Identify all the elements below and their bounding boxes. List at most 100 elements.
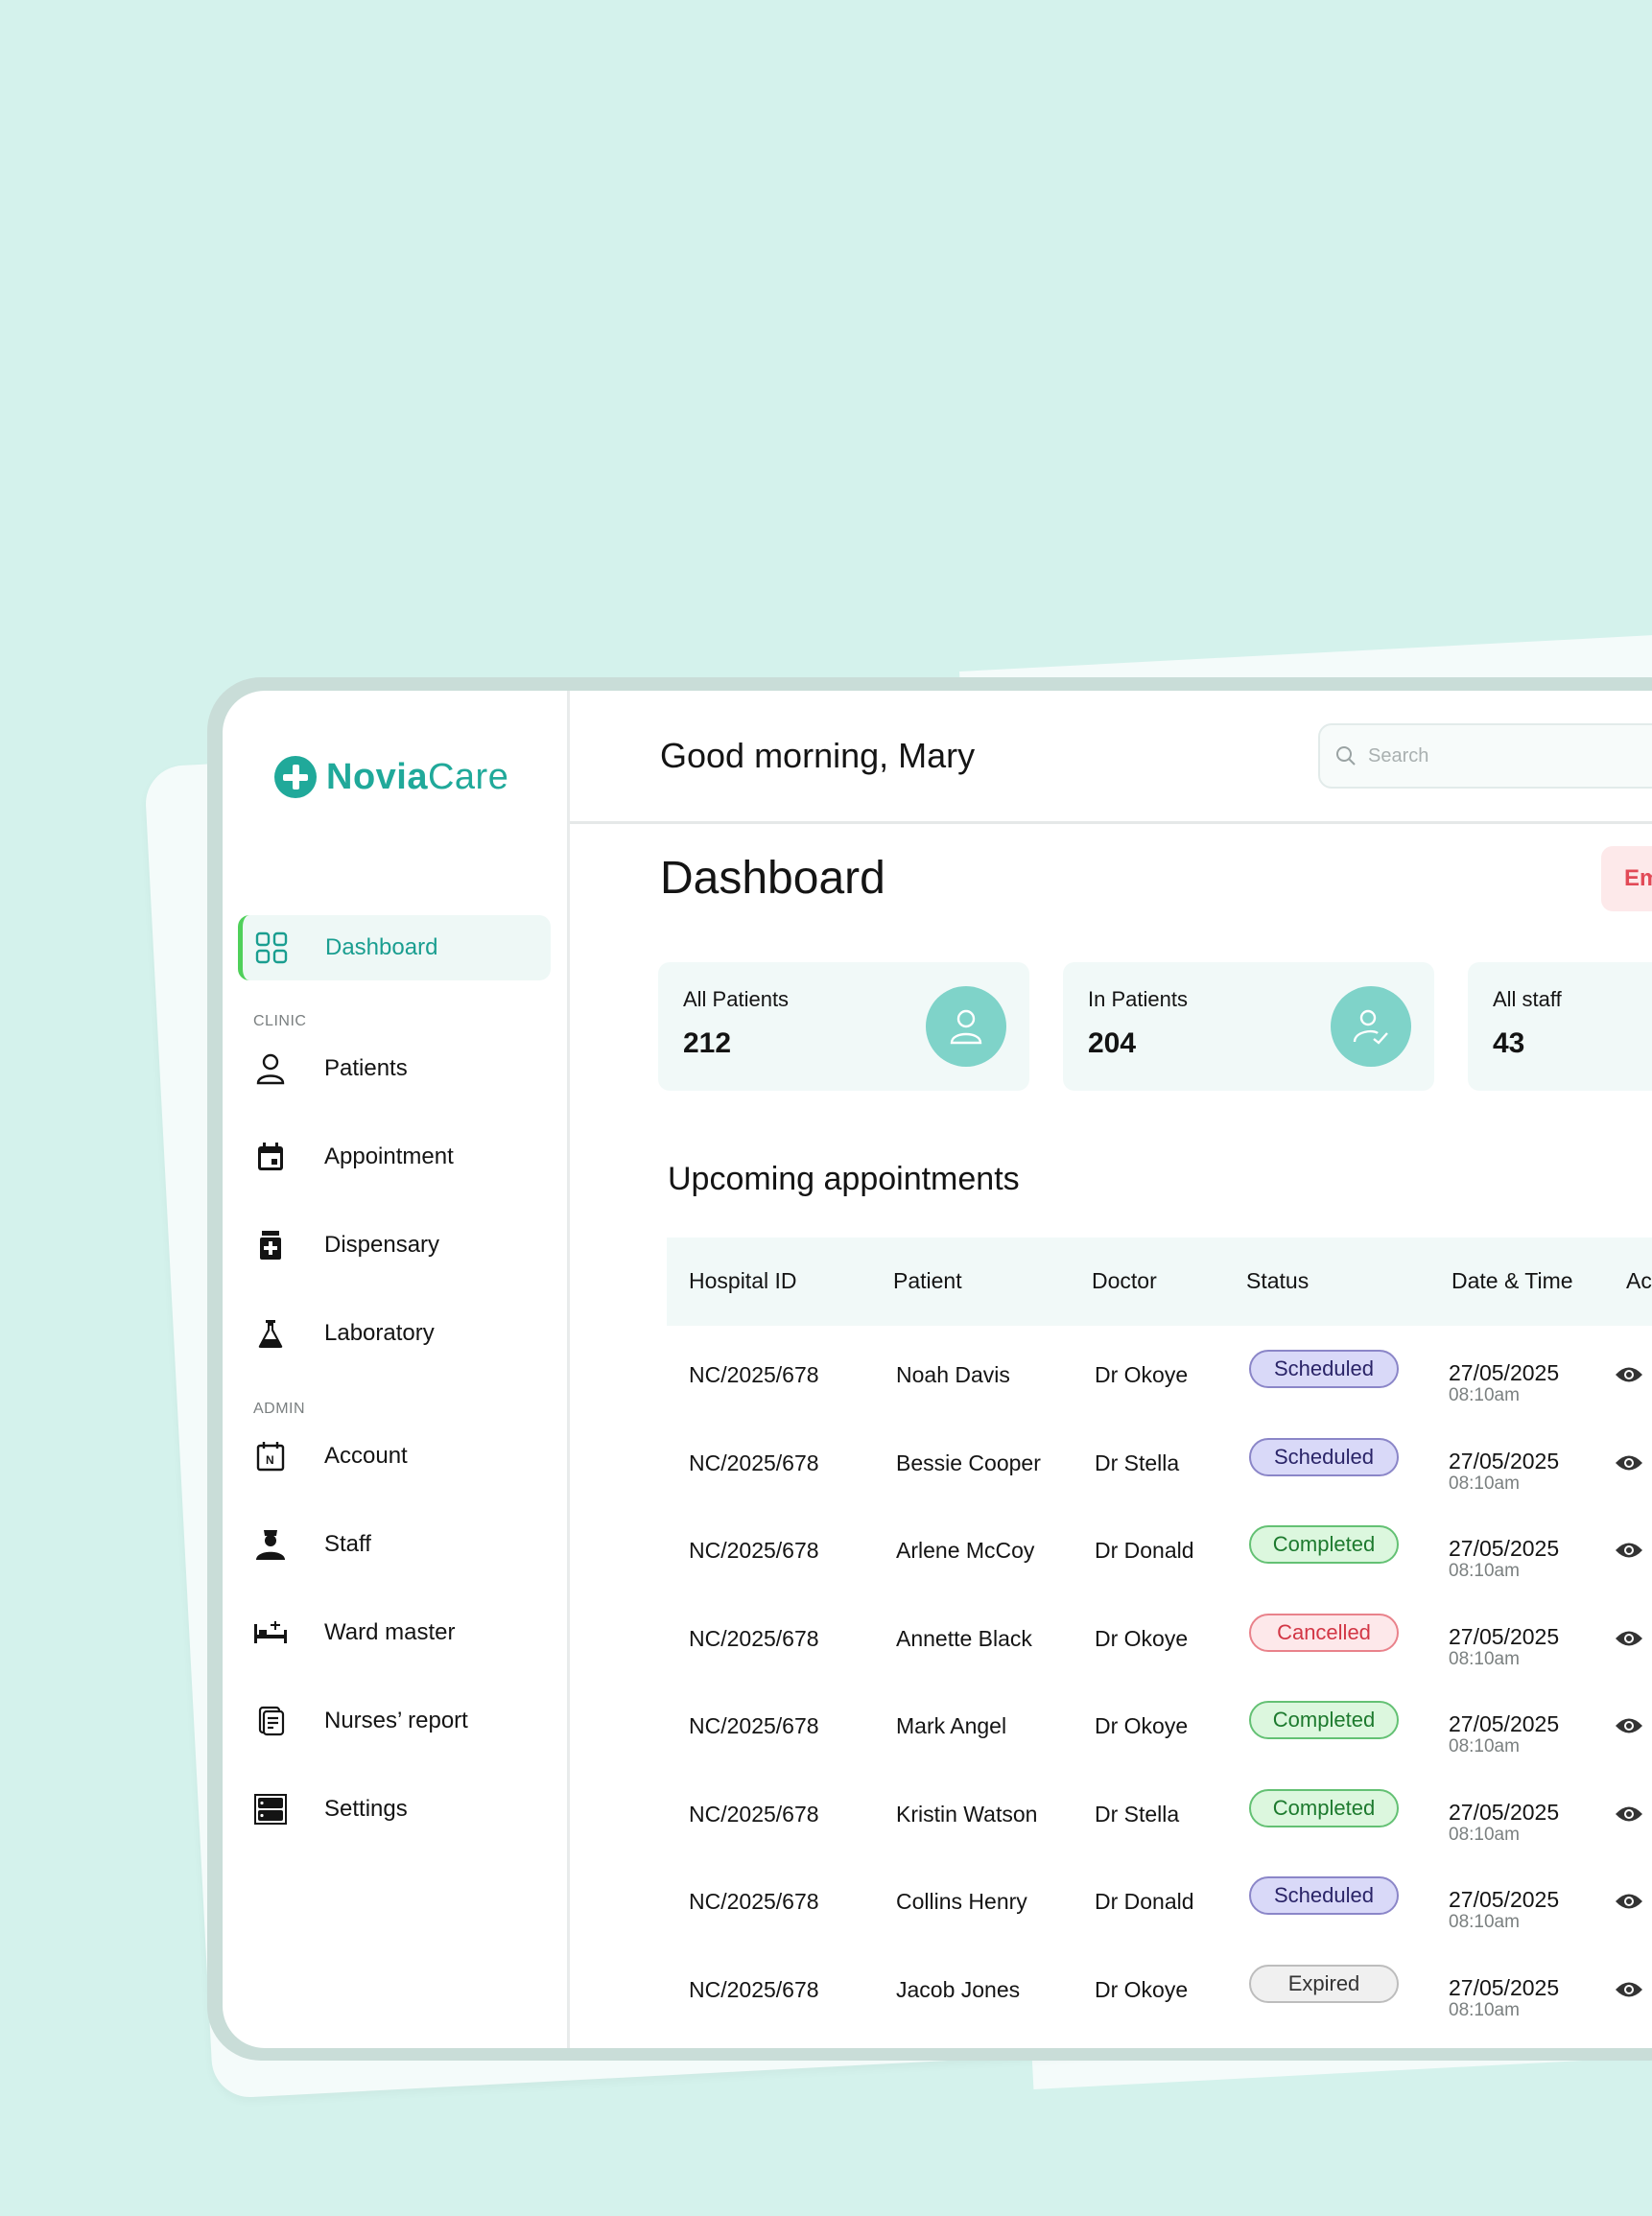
column-header-status[interactable]: Status: [1246, 1268, 1309, 1294]
date-cell: 27/05/2025: [1449, 1536, 1560, 1561]
eye-icon[interactable]: [1615, 1979, 1643, 2000]
section-label-admin: ADMIN: [253, 1401, 306, 1417]
sidebar-item-laboratory[interactable]: Laboratory: [253, 1305, 560, 1362]
sidebar-item-label: Patients: [324, 1055, 408, 1081]
user-icon: [926, 986, 1006, 1067]
time-cell: 08:10am: [1449, 1912, 1520, 1932]
table-body: NC/2025/678 Noah Davis Dr Okoye Scheduled 27…: [667, 1326, 1652, 2028]
column-header-doctor[interactable]: Doctor: [1092, 1268, 1157, 1294]
appointments-table: Hospital ID Patient Doctor Status Date &…: [667, 1238, 1652, 2028]
stat-card-all-patients[interactable]: All Patients 212: [658, 962, 1029, 1091]
sidebar-item-label: Nurses’ report: [324, 1708, 468, 1733]
sidebar-item-appointment[interactable]: Appointment: [253, 1128, 560, 1186]
date-cell: 27/05/2025: [1449, 1887, 1560, 1912]
svg-text:N: N: [266, 1453, 274, 1467]
logo[interactable]: NoviaCare: [274, 756, 508, 798]
patient-cell: Annette Black: [896, 1625, 1032, 1651]
column-header-patient[interactable]: Patient: [893, 1268, 962, 1294]
patient-cell: Noah Davis: [896, 1362, 1010, 1387]
stat-card-in-patients[interactable]: In Patients 204: [1063, 962, 1434, 1091]
stat-card-all-staff[interactable]: All staff 43: [1468, 962, 1652, 1091]
sidebar-item-account[interactable]: N Account: [253, 1427, 560, 1485]
time-cell: 08:10am: [1449, 1824, 1520, 1845]
doctor-cell: Dr Okoye: [1095, 1362, 1189, 1387]
stat-label: In Patients: [1088, 987, 1188, 1011]
eye-icon[interactable]: [1615, 1364, 1643, 1385]
sidebar-item-label: Ward master: [324, 1619, 456, 1645]
table-row[interactable]: NC/2025/678 Jacob Jones Dr Okoye Expired 27/…: [667, 1941, 1652, 2029]
stat-value: 43: [1493, 1027, 1525, 1059]
report-icon: [253, 1704, 288, 1738]
eye-icon[interactable]: [1615, 1540, 1643, 1561]
hospital-id-cell: NC/2025/678: [689, 1450, 819, 1475]
user-icon: [253, 1051, 288, 1086]
sidebar-item-patients[interactable]: Patients: [253, 1040, 560, 1097]
stat-label: All staff: [1493, 987, 1562, 1011]
table-row[interactable]: NC/2025/678 Noah Davis Dr Okoye Scheduled 27…: [667, 1326, 1652, 1414]
eye-icon[interactable]: [1615, 1803, 1643, 1825]
date-cell: 27/05/2025: [1449, 1711, 1560, 1736]
patient-cell: Collins Henry: [896, 1889, 1027, 1914]
eye-icon[interactable]: [1615, 1452, 1643, 1473]
table-row[interactable]: NC/2025/678 Annette Black Dr Okoye Cancelle…: [667, 1590, 1652, 1678]
hospital-id-cell: NC/2025/678: [689, 1801, 819, 1827]
page-title: Dashboard: [660, 853, 885, 904]
medical-cross-icon: [274, 756, 317, 798]
status-badge: Completed: [1249, 1525, 1399, 1564]
search-input[interactable]: [1366, 743, 1652, 768]
eye-icon[interactable]: [1615, 1628, 1643, 1649]
eye-icon[interactable]: [1615, 1891, 1643, 1912]
logo-text: NoviaCare: [326, 756, 509, 797]
status-badge: Completed: [1249, 1788, 1399, 1827]
column-header-hospital-id[interactable]: Hospital ID: [689, 1268, 796, 1294]
table-row[interactable]: NC/2025/678 Collins Henry Dr Donald Schedul…: [667, 1852, 1652, 1941]
search-icon: [1336, 746, 1356, 766]
eye-icon[interactable]: [1615, 1715, 1643, 1736]
status-badge: Scheduled: [1249, 1437, 1399, 1476]
bed-icon: [253, 1615, 288, 1650]
user-check-icon: [1331, 986, 1411, 1067]
sidebar-item-ward-master[interactable]: Ward master: [253, 1604, 560, 1662]
sidebar-item-nurses-report[interactable]: Nurses’ report: [253, 1692, 560, 1750]
date-cell: 27/05/2025: [1449, 1974, 1560, 2000]
nurse-icon: [253, 1527, 288, 1562]
greeting: Good morning, Mary: [660, 736, 976, 775]
sidebar-item-dashboard[interactable]: Dashboard: [238, 915, 551, 980]
column-header-actions[interactable]: Ac: [1626, 1268, 1652, 1294]
sidebar-item-label: Dispensary: [324, 1232, 440, 1258]
search-box[interactable]: [1318, 723, 1652, 789]
status-badge: Completed: [1249, 1701, 1399, 1739]
table-row[interactable]: NC/2025/678 Arlene McCoy Dr Donald Complete…: [667, 1501, 1652, 1590]
sidebar-item-settings[interactable]: Settings: [253, 1780, 560, 1838]
sidebar-item-label: Staff: [324, 1531, 371, 1557]
appointments-title: Upcoming appointments: [668, 1161, 1020, 1197]
patient-cell: Bessie Cooper: [896, 1450, 1041, 1475]
doctor-cell: Dr Stella: [1095, 1450, 1180, 1475]
sidebar-item-label: Settings: [324, 1796, 408, 1822]
time-cell: 08:10am: [1449, 1561, 1520, 1581]
table-row[interactable]: NC/2025/678 Bessie Cooper Dr Stella Schedul…: [667, 1414, 1652, 1502]
time-cell: 08:10am: [1449, 1385, 1520, 1405]
sidebar-item-label: Appointment: [324, 1143, 454, 1169]
account-calendar-icon: N: [253, 1439, 288, 1473]
sidebar: NoviaCare Dashboard CLINIC Patients Appo…: [223, 691, 570, 2048]
doctor-cell: Dr Okoye: [1095, 1625, 1189, 1651]
hospital-id-cell: NC/2025/678: [689, 1538, 819, 1563]
sidebar-item-label: Laboratory: [324, 1320, 435, 1346]
table-row[interactable]: NC/2025/678 Mark Angel Dr Okoye Completed 27…: [667, 1677, 1652, 1765]
patient-cell: Arlene McCoy: [896, 1538, 1035, 1563]
table-row[interactable]: NC/2025/678 Kristin Watson Dr Stella Comple…: [667, 1765, 1652, 1853]
doctor-cell: Dr Donald: [1095, 1538, 1194, 1563]
date-cell: 27/05/2025: [1449, 1623, 1560, 1649]
hospital-id-cell: NC/2025/678: [689, 1713, 819, 1738]
sidebar-item-dispensary[interactable]: Dispensary: [253, 1216, 560, 1274]
emergency-button[interactable]: Em: [1601, 846, 1652, 911]
medicine-icon: [253, 1228, 288, 1262]
column-header-date-time[interactable]: Date & Time: [1451, 1268, 1573, 1294]
doctor-cell: Dr Stella: [1095, 1801, 1180, 1827]
server-icon: [253, 1792, 288, 1827]
hospital-id-cell: NC/2025/678: [689, 1889, 819, 1914]
status-badge: Scheduled: [1249, 1876, 1399, 1915]
sidebar-item-staff[interactable]: Staff: [253, 1516, 560, 1573]
time-cell: 08:10am: [1449, 1473, 1520, 1494]
